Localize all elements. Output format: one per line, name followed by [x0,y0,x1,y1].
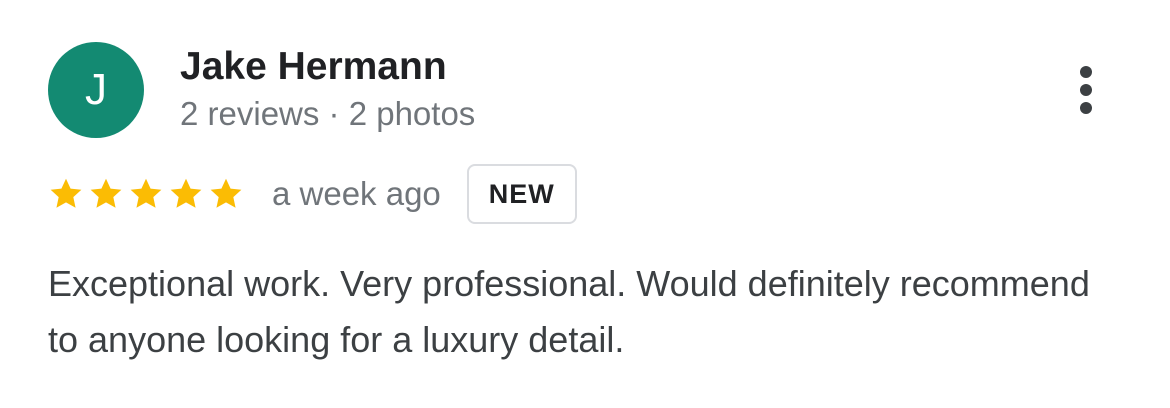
star-icon [88,176,124,212]
star-rating [48,176,244,212]
star-icon [128,176,164,212]
star-icon [208,176,244,212]
review-card: J Jake Hermann 2 reviews · 2 photos a we… [0,0,1170,408]
author-meta: 2 reviews · 2 photos [180,95,476,132]
review-text: Exceptional work. Very professional. Wou… [48,263,1090,360]
more-options-button[interactable] [1062,58,1110,122]
star-icon [168,176,204,212]
more-vert-icon-dot-2 [1080,84,1092,96]
avatar-initial: J [85,65,107,114]
author-name[interactable]: Jake Hermann [180,44,447,90]
more-vert-icon-dot-3 [1080,102,1092,114]
rating-row: a week ago NEW [48,162,577,226]
review-time: a week ago [272,175,441,212]
author-avatar[interactable]: J [48,42,144,138]
more-vert-icon-dot-1 [1080,66,1092,78]
star-icon [48,176,84,212]
new-badge: NEW [466,164,577,224]
